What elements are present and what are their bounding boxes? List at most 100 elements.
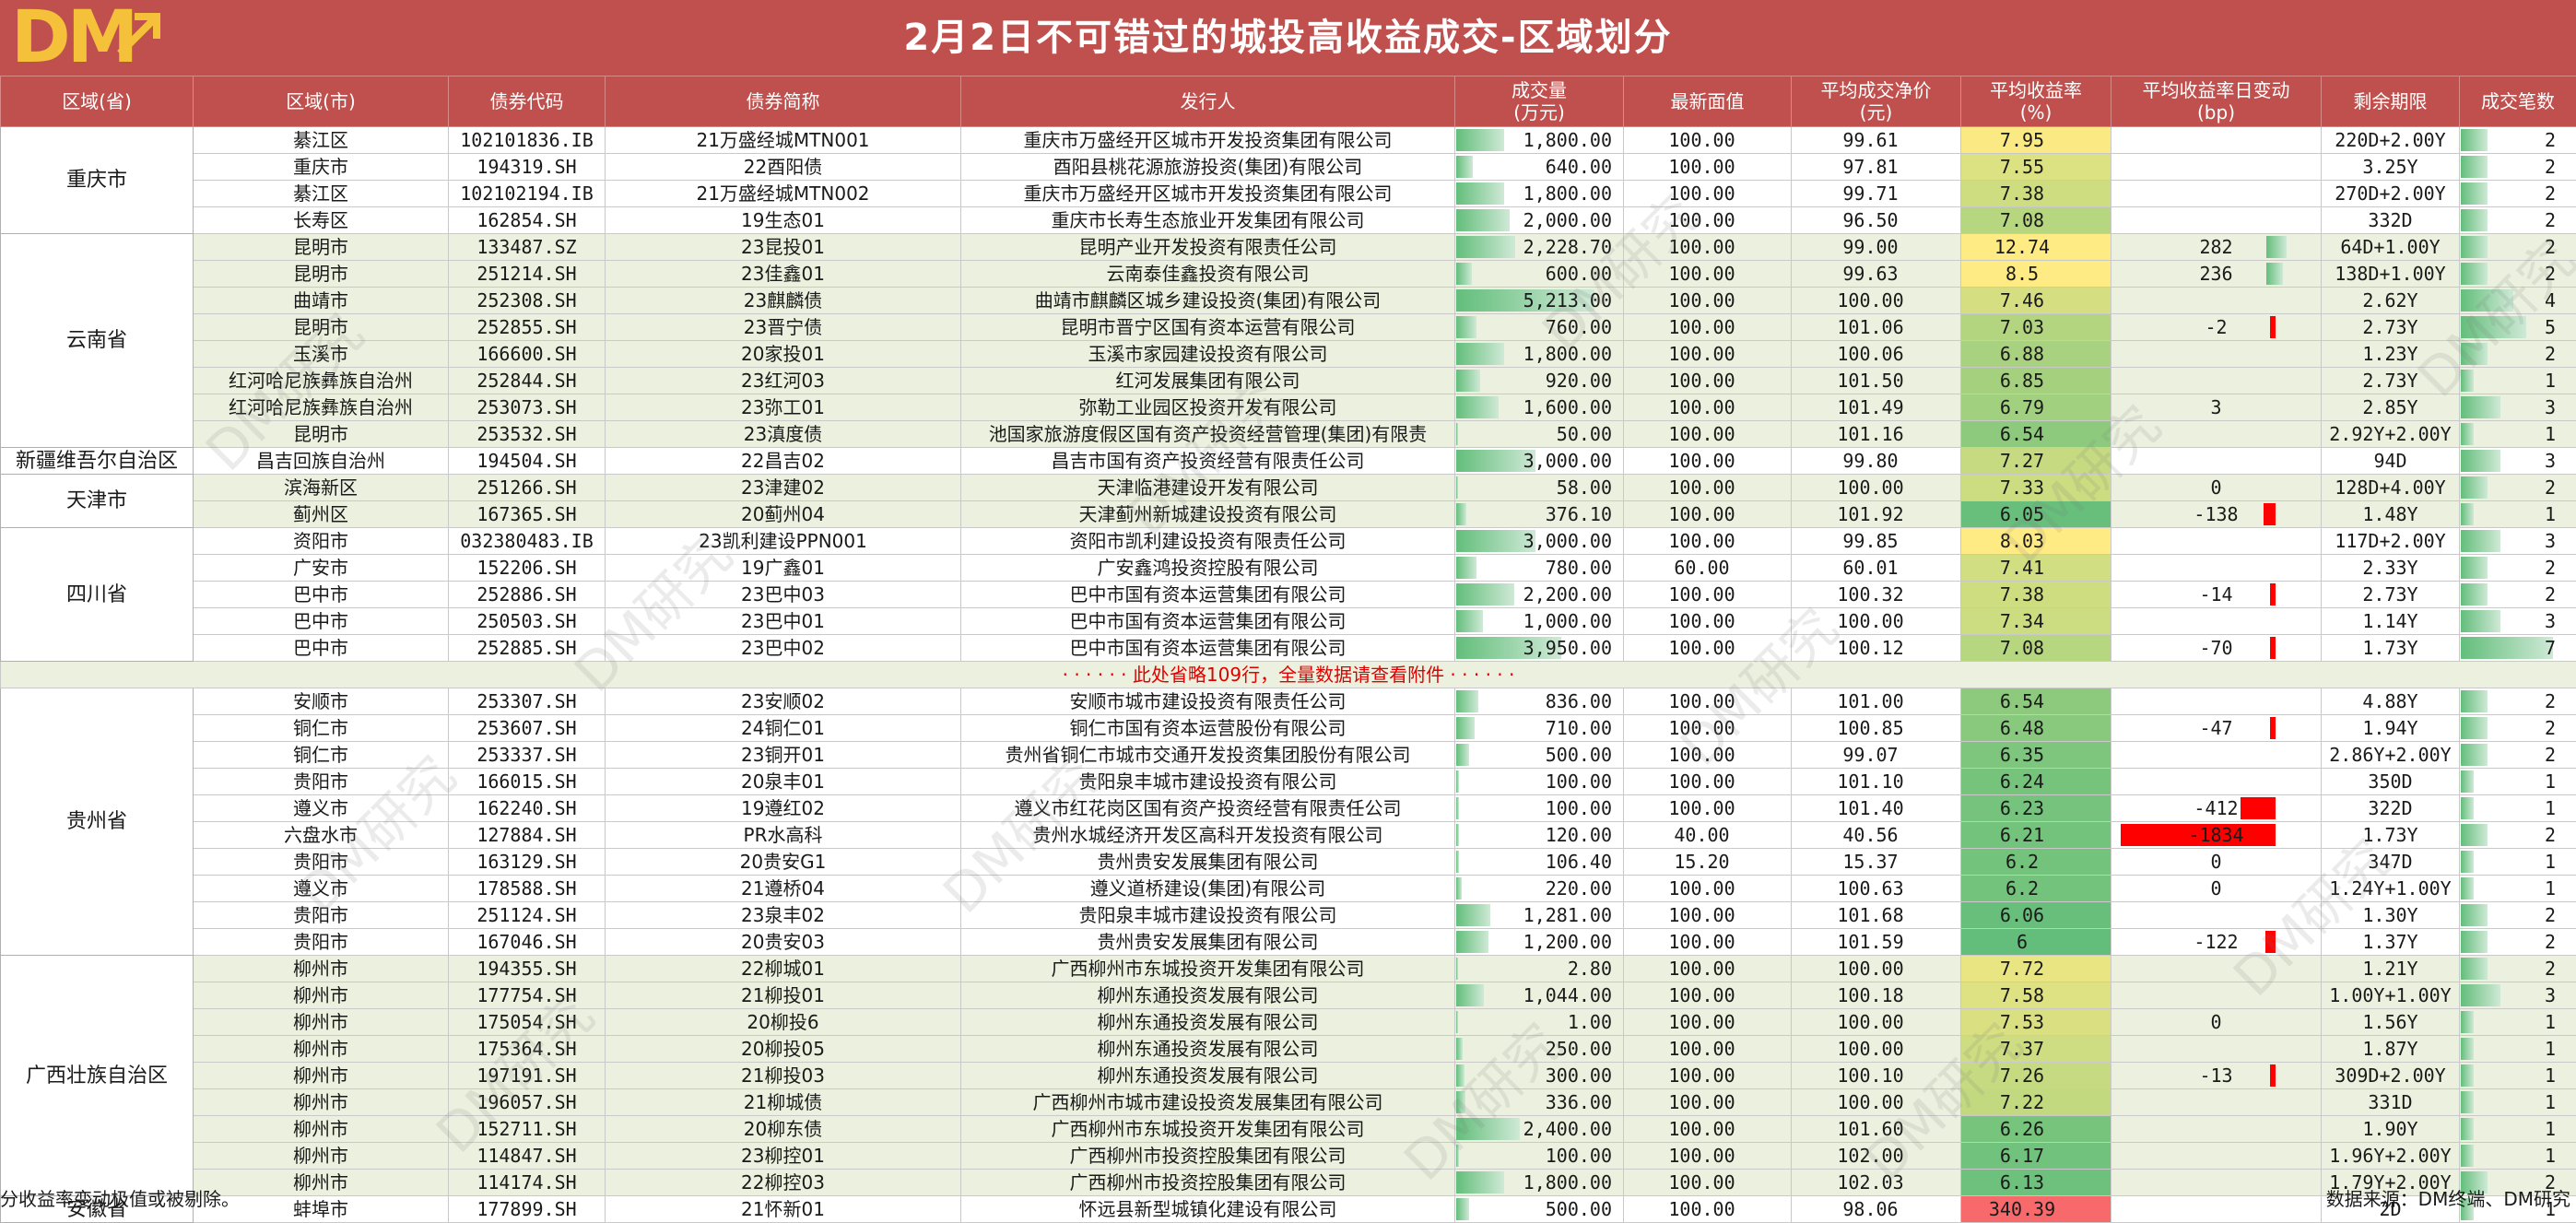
table-row[interactable]: 安徽省蚌埠市177899.SH21怀新01怀远县新型城镇化建设有限公司500.0…	[1, 1196, 2576, 1223]
table-row[interactable]: 红河哈尼族彝族自治州252844.SH23红河03红河发展集团有限公司920.0…	[1, 368, 2576, 394]
table-row[interactable]: 柳州市152711.SH20柳东债广西柳州市东城投资开发集团有限公司2,400.…	[1, 1116, 2576, 1143]
volume-bar	[1456, 1198, 1469, 1220]
change-value: 3	[2210, 396, 2221, 418]
change-value: -14	[2199, 583, 2232, 606]
city-cell: 柳州市	[194, 1116, 449, 1143]
count-value: 1	[2545, 770, 2556, 793]
count-value: 1	[2545, 503, 2556, 525]
change-bar	[2266, 236, 2287, 258]
count-value: 4	[2545, 289, 2556, 312]
table-row[interactable]: 玉溪市166600.SH20家投01玉溪市家园建设投资有限公司1,800.001…	[1, 341, 2576, 368]
table-row[interactable]: 贵州省安顺市253307.SH23安顺02安顺市城市建设投资有限责任公司836.…	[1, 688, 2576, 715]
table-row[interactable]: 柳州市114174.SH22柳控03广西柳州市投资控股集团有限公司1,800.0…	[1, 1170, 2576, 1196]
table-row[interactable]: 铜仁市253337.SH23铜开01贵州省铜仁市城市交通开发投资集团股份有限公司…	[1, 742, 2576, 769]
table-row[interactable]: 贵阳市166015.SH20泉丰01贵阳泉丰城市建设投资有限公司100.0010…	[1, 769, 2576, 795]
table-row[interactable]: 昆明市251214.SH23佳鑫01云南泰佳鑫投资有限公司600.00100.0…	[1, 261, 2576, 288]
term-cell: 322D	[2322, 795, 2460, 822]
table-row[interactable]: 巴中市252886.SH23巴中03巴中市国有资本运营集团有限公司2,200.0…	[1, 582, 2576, 608]
volume-value: 100.00	[1546, 797, 1612, 819]
city-cell: 曲靖市	[194, 288, 449, 314]
price-cell: 101.10	[1792, 769, 1961, 795]
table-row[interactable]: 巴中市250503.SH23巴中01巴中市国有资本运营集团有限公司1,000.0…	[1, 608, 2576, 635]
term-cell: 332D	[2322, 207, 2460, 234]
yield-change-cell: 236	[2111, 261, 2322, 288]
table-row[interactable]: 遵义市178588.SH21遵桥04遵义道桥建设(集团)有限公司220.0010…	[1, 876, 2576, 902]
count-bar	[2461, 1064, 2474, 1087]
yield-change-cell	[2111, 181, 2322, 207]
bond-code-cell: 194504.SH	[449, 448, 606, 475]
table-row[interactable]: 贵阳市163129.SH20贵安G1贵州贵安发展集团有限公司106.4015.2…	[1, 849, 2576, 876]
face-value-cell: 100.00	[1624, 1089, 1792, 1116]
face-value-cell: 100.00	[1624, 795, 1792, 822]
table-row[interactable]: 贵阳市251124.SH23泉丰02贵阳泉丰城市建设投资有限公司1,281.00…	[1, 902, 2576, 929]
table-row[interactable]: 曲靖市252308.SH23麒麟债曲靖市麒麟区城乡建设投资(集团)有限公司5,2…	[1, 288, 2576, 314]
face-value-cell: 100.00	[1624, 421, 1792, 448]
column-header[interactable]: 最新面值	[1624, 76, 1792, 127]
column-header[interactable]: 剩余期限	[2322, 76, 2460, 127]
volume-bar	[1456, 476, 1458, 499]
table-row[interactable]: 遵义市162240.SH19遵红02遵义市红花岗区国有资产投资经营有限责任公司1…	[1, 795, 2576, 822]
term-cell: 2.73Y	[2322, 582, 2460, 608]
term-cell: 1.48Y	[2322, 501, 2460, 528]
column-header[interactable]: 平均收益率日变动(bp)	[2111, 76, 2322, 127]
volume-cell: 5,213.00	[1455, 288, 1624, 314]
table-row[interactable]: 柳州市196057.SH21柳城债广西柳州市城市建设投资发展集团有限公司336.…	[1, 1089, 2576, 1116]
volume-cell: 100.00	[1455, 1143, 1624, 1170]
volume-bar	[1456, 1064, 1464, 1087]
volume-value: 3,950.00	[1523, 637, 1612, 659]
issuer-cell: 曲靖市麒麟区城乡建设投资(集团)有限公司	[961, 288, 1455, 314]
table-row[interactable]: 柳州市197191.SH21柳投03柳州东通投资发展有限公司300.00100.…	[1, 1063, 2576, 1089]
column-header[interactable]: 债券代码	[449, 76, 606, 127]
column-header[interactable]: 平均成交净价(元)	[1792, 76, 1961, 127]
table-row[interactable]: 六盘水市127884.SHPR水高科贵州水城经济开发区高科开发投资有限公司120…	[1, 822, 2576, 849]
table-row[interactable]: 重庆市綦江区102101836.IB21万盛经城MTN001重庆市万盛经开区城市…	[1, 127, 2576, 154]
table-row[interactable]: 重庆市194319.SH22酉阳债酉阳县桃花源旅游投资(集团)有限公司640.0…	[1, 154, 2576, 181]
yield-cell: 8.5	[1961, 261, 2111, 288]
column-header[interactable]: 区域(省)	[1, 76, 194, 127]
issuer-cell: 天津临港建设开发有限公司	[961, 475, 1455, 501]
trade-count-cell: 1	[2460, 795, 2576, 822]
term-cell: 1.14Y	[2322, 608, 2460, 635]
column-header[interactable]: 区域(市)	[194, 76, 449, 127]
table-row[interactable]: 蓟州区167365.SH20蓟州04天津蓟州新城建设投资有限公司376.1010…	[1, 501, 2576, 528]
price-cell: 101.06	[1792, 314, 1961, 341]
table-row[interactable]: 柳州市177754.SH21柳投01柳州东通投资发展有限公司1,044.0010…	[1, 982, 2576, 1009]
term-cell: 2.92Y+2.00Y	[2322, 421, 2460, 448]
yield-cell: 6.2	[1961, 876, 2111, 902]
table-row[interactable]: 铜仁市253607.SH24铜仁01铜仁市国有资本运营股份有限公司710.001…	[1, 715, 2576, 742]
table-row[interactable]: 昆明市253532.SH23滇度债池国家旅游度假区国有资产投资经营管理(集团)有…	[1, 421, 2576, 448]
table-row[interactable]: 贵阳市167046.SH20贵安03贵州贵安发展集团有限公司1,200.0010…	[1, 929, 2576, 956]
table-row[interactable]: 云南省昆明市133487.SZ23昆投01昆明产业开发投资有限责任公司2,228…	[1, 234, 2576, 261]
table-row[interactable]: 柳州市175054.SH20柳投6柳州东通投资发展有限公司1.00100.001…	[1, 1009, 2576, 1036]
trade-count-cell: 5	[2460, 314, 2576, 341]
table-row[interactable]: 新疆维吾尔自治区昌吉回族自治州194504.SH22昌吉02昌吉市国有资产投资经…	[1, 448, 2576, 475]
column-header[interactable]: 成交量(万元)	[1455, 76, 1624, 127]
volume-value: 1,600.00	[1523, 396, 1612, 418]
table-row[interactable]: 柳州市114847.SH23柳控01广西柳州市投资控股集团有限公司100.001…	[1, 1143, 2576, 1170]
column-header[interactable]: 债券简称	[606, 76, 961, 127]
face-value-cell: 100.00	[1624, 769, 1792, 795]
yield-change-cell: 0	[2111, 849, 2322, 876]
table-row[interactable]: 巴中市252885.SH23巴中02巴中市国有资本运营集团有限公司3,950.0…	[1, 635, 2576, 662]
table-row[interactable]: 四川省资阳市032380483.IB23凯利建设PPN001资阳市凯利建设投资有…	[1, 528, 2576, 555]
column-header[interactable]: 成交笔数	[2460, 76, 2576, 127]
table-row[interactable]: 柳州市175364.SH20柳投05柳州东通投资发展有限公司250.00100.…	[1, 1036, 2576, 1063]
change-bar	[2266, 263, 2283, 285]
yield-cell: 12.74	[1961, 234, 2111, 261]
bond-code-cell: 253337.SH	[449, 742, 606, 769]
table-row[interactable]: 广安市152206.SH19广鑫01广安鑫鸿投资控股有限公司780.0060.0…	[1, 555, 2576, 582]
table-row[interactable]: 綦江区102102194.IB21万盛经城MTN002重庆市万盛经开区城市开发投…	[1, 181, 2576, 207]
volume-bar	[1456, 370, 1480, 392]
table-row[interactable]: 昆明市252855.SH23晋宁债昆明市晋宁区国有资本运营有限公司760.001…	[1, 314, 2576, 341]
table-row[interactable]: 长寿区162854.SH19生态01重庆市长寿生态旅业开发集团有限公司2,000…	[1, 207, 2576, 234]
column-header[interactable]: 发行人	[961, 76, 1455, 127]
column-header[interactable]: 平均收益率(%)	[1961, 76, 2111, 127]
city-cell: 贵阳市	[194, 902, 449, 929]
volume-value: 500.00	[1546, 1198, 1612, 1220]
table-row[interactable]: 红河哈尼族彝族自治州253073.SH23弥工01弥勒工业园区投资开发有限公司1…	[1, 394, 2576, 421]
yield-change-cell	[2111, 902, 2322, 929]
table-row[interactable]: 广西壮族自治区柳州市194355.SH22柳城01广西柳州市东城投资开发集团有限…	[1, 956, 2576, 982]
table-row[interactable]: 天津市滨海新区251266.SH23津建02天津临港建设开发有限公司58.001…	[1, 475, 2576, 501]
face-value-cell: 60.00	[1624, 555, 1792, 582]
city-cell: 柳州市	[194, 1089, 449, 1116]
